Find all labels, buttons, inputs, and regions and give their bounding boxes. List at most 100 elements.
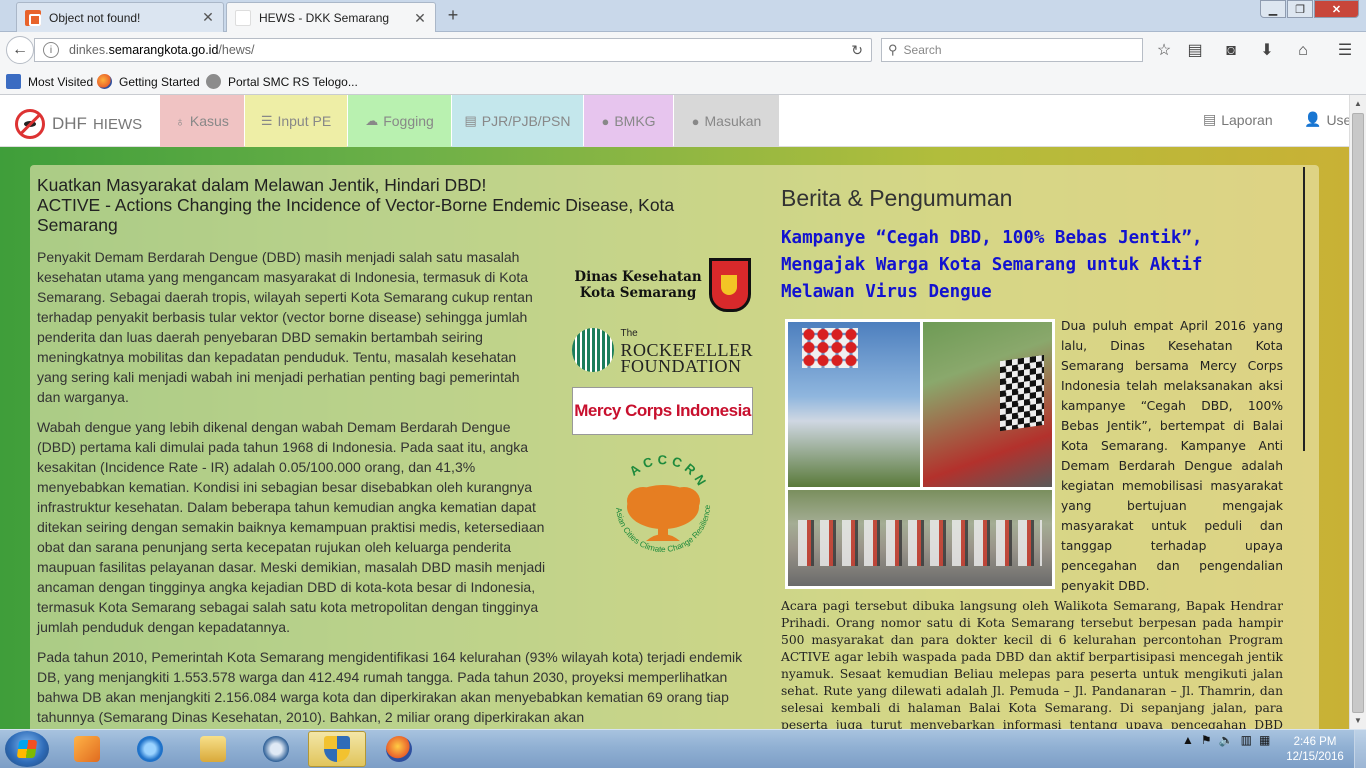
tab-label: Fogging xyxy=(383,113,434,129)
search-input[interactable]: ⚲ Search xyxy=(881,38,1143,62)
globe-icon xyxy=(206,74,221,89)
close-window-button[interactable]: ✕ xyxy=(1314,0,1359,18)
show-hidden-icons-icon[interactable]: ▲ xyxy=(1182,733,1194,747)
bookmark-portal-smc[interactable]: Portal SMC RS Telogo... xyxy=(206,74,358,89)
browser-tab-object-not-found[interactable]: Object not found! ✕ xyxy=(16,2,224,32)
rockefeller-globe-icon xyxy=(572,328,615,372)
news-column: Berita & Pengumuman Kampanye “Cegah DBD,… xyxy=(781,175,1283,729)
tab-label: Object not found! xyxy=(49,10,141,25)
app-navbar: DHF HIEWS ♁ Kasus ☰ Input PE ☁ Fogging ▤ PJR… xyxy=(0,95,1349,147)
volume-icon[interactable]: 🔈 xyxy=(1219,733,1234,747)
taskbar-security-app[interactable] xyxy=(308,731,366,767)
download-icon[interactable]: ⬇ xyxy=(1256,40,1278,62)
news-section-title: Berita & Pengumuman xyxy=(781,185,1013,211)
book-icon: ▤ xyxy=(1203,111,1217,127)
pocket-icon[interactable]: ◙ xyxy=(1220,40,1242,62)
maximize-window-button[interactable]: ❐ xyxy=(1287,0,1313,18)
stethoscope-icon: ♁ xyxy=(175,113,185,129)
cloud-icon: ☁ xyxy=(365,113,379,128)
back-button[interactable]: ← xyxy=(6,36,34,64)
nav-user-label: User xyxy=(1326,111,1349,128)
news-article-body: Dua puluh empat April 2016 yang lalu, Di… xyxy=(781,316,1283,729)
firefox-icon xyxy=(386,736,412,762)
bookmark-most-visited[interactable]: Most Visited xyxy=(6,74,93,89)
show-desktop-button[interactable] xyxy=(1354,730,1366,768)
scroll-up-icon[interactable]: ▲ xyxy=(1350,95,1366,112)
article-paragraph-1: Penyakit Demam Berdarah Dengue (DBD) mas… xyxy=(37,249,533,405)
media-player-icon xyxy=(74,736,100,762)
no-mosquito-logo-icon xyxy=(15,109,45,139)
reload-icon[interactable]: ↻ xyxy=(851,42,863,59)
dkk-logo-line-2: Kota Semarang xyxy=(579,285,697,301)
campaign-photo-collage xyxy=(785,319,1055,589)
taskbar-file-explorer[interactable] xyxy=(184,731,242,767)
news-body: Acara pagi tersebut dibuka langsung oleh… xyxy=(781,599,1283,729)
star-icon[interactable]: ☆ xyxy=(1153,40,1175,62)
browser-tab-hews[interactable]: HEWS - DKK Semarang ✕ xyxy=(226,2,436,33)
browser-navigation-bar: ← i dinkes. semarangkota.go.id/hews/ ↻ ⚲ … xyxy=(0,32,1366,68)
nav-user[interactable]: 👤User xyxy=(1304,111,1349,128)
close-tab-icon[interactable]: ✕ xyxy=(413,10,427,27)
most-visited-icon xyxy=(6,74,21,89)
article-heading: Kuatkan Masyarakat dalam Melawan Jentik,… xyxy=(37,175,752,235)
system-clock[interactable]: 2:46 PM 12/15/2016 xyxy=(1282,735,1348,765)
address-bar[interactable]: i dinkes. semarangkota.go.id/hews/ ↻ xyxy=(34,38,872,62)
taskbar-internet-explorer[interactable] xyxy=(121,731,179,767)
url-prefix: dinkes. xyxy=(69,43,109,57)
nav-laporan[interactable]: ▤ Laporan xyxy=(1203,111,1273,128)
reading-list-icon[interactable]: ▤ xyxy=(1184,40,1206,62)
close-tab-icon[interactable]: ✕ xyxy=(201,9,215,26)
network-icon[interactable]: ▥ xyxy=(1241,733,1252,747)
bookmarks-toolbar: Most Visited Getting Started Portal SMC … xyxy=(0,68,1366,95)
brand-subtitle: HIEWS xyxy=(92,115,143,133)
blank-favicon-icon xyxy=(235,10,251,26)
back-icon: ← xyxy=(12,41,28,58)
acccrn-tree-icon: ACCCRN Asian Cities Climate Change Resil… xyxy=(594,438,712,554)
news-article-title[interactable]: Kampanye “Cegah DBD, 100% Bebas Jentik”,… xyxy=(781,225,1283,306)
walk-photo xyxy=(788,490,1052,586)
tab-pjr-pjb-psn[interactable]: ▤ PJR/PJB/PSN xyxy=(452,95,583,147)
menu-icon[interactable]: ☰ xyxy=(1334,40,1356,62)
bookmark-label: Getting Started xyxy=(119,74,200,89)
tab-label: PJR/PJB/PSN xyxy=(481,113,571,129)
article-paragraph-2: Wabah dengue yang lebih dikenal dengan w… xyxy=(37,417,552,637)
file-explorer-icon xyxy=(200,736,226,762)
user-icon: 👤 xyxy=(1304,111,1322,127)
tab-bmkg[interactable]: ● BMKG xyxy=(584,95,673,147)
tab-label: Kasus xyxy=(189,113,229,129)
bookmark-getting-started[interactable]: Getting Started xyxy=(97,74,200,89)
list-icon: ☰ xyxy=(260,113,273,128)
taskbar-firefox[interactable] xyxy=(370,731,428,767)
tab-input-pe[interactable]: ☰ Input PE xyxy=(245,95,347,147)
rockefeller-foundation-logo: The ROCKEFELLER FOUNDATION xyxy=(572,325,753,375)
tab-label: BMKG xyxy=(614,113,656,129)
start-button[interactable] xyxy=(5,731,49,767)
taskbar-network-app[interactable] xyxy=(247,731,305,767)
new-tab-button[interactable]: + xyxy=(442,5,464,26)
info-icon[interactable]: i xyxy=(43,42,59,58)
balloons-photo xyxy=(788,322,920,487)
tab-fogging[interactable]: ☁ Fogging xyxy=(348,95,451,147)
url-host: semarangkota.go.id xyxy=(108,43,219,57)
taskbar-media-player[interactable] xyxy=(58,731,116,767)
tab-label: Input PE xyxy=(277,113,332,129)
minimize-window-button[interactable]: ▁ xyxy=(1260,0,1286,18)
tab-label: HEWS - DKK Semarang xyxy=(259,11,390,25)
scrollbar-thumb[interactable] xyxy=(1352,113,1364,713)
article-paragraph-3: Pada tahun 2010, Pemerintah Kota Semaran… xyxy=(37,649,743,725)
action-center-flag-icon[interactable]: ⚑ xyxy=(1201,733,1212,747)
page-scrollbar[interactable]: ▲ ▼ xyxy=(1349,95,1366,729)
system-tray: ▲ ⚑ 🔈 ▥ ▦ xyxy=(1182,733,1270,747)
scroll-down-icon[interactable]: ▼ xyxy=(1350,712,1366,729)
article-column: Kuatkan Masyarakat dalam Melawan Jentik,… xyxy=(37,175,753,727)
tab-kasus[interactable]: ♁ Kasus xyxy=(160,95,244,147)
heading-line-2: ACTIVE - Actions Changing the Incidence … xyxy=(37,195,675,235)
brand[interactable]: DHF HIEWS xyxy=(15,109,142,139)
web-page: DHF HIEWS ♁ Kasus ☰ Input PE ☁ Fogging ▤ PJR… xyxy=(0,95,1349,729)
browser-tab-strip: Object not found! ✕ HEWS - DKK Semarang … xyxy=(0,0,1366,33)
comments-icon: ● xyxy=(601,113,610,129)
tray-app-icon[interactable]: ▦ xyxy=(1259,733,1270,747)
acccrn-logo: ACCCRN Asian Cities Climate Change Resil… xyxy=(594,438,728,575)
home-icon[interactable]: ⌂ xyxy=(1292,40,1314,62)
tab-masukan[interactable]: ● Masukan xyxy=(674,95,779,147)
